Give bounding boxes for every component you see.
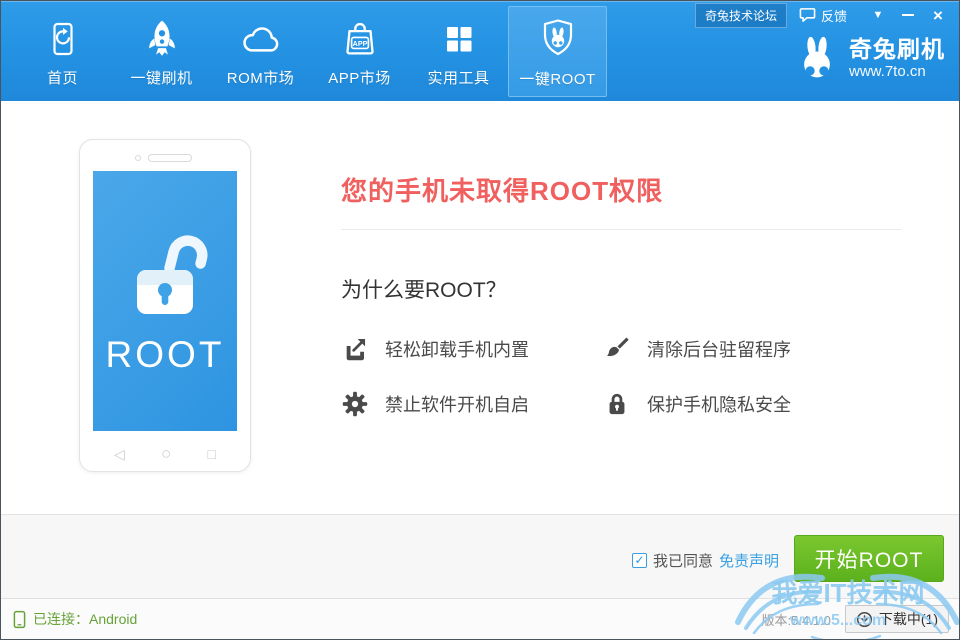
why-root-subheading: 为什么要ROOT？ <box>341 274 901 304</box>
titlebar: 奇兔技术论坛 反馈 ▼ × <box>695 4 953 26</box>
start-root-button[interactable]: 开始ROOT <box>794 535 944 582</box>
main-nav: 首页 一键刷机 <box>13 1 607 101</box>
download-manager-button[interactable]: 下载中(1) <box>845 605 949 633</box>
root-benefits-list: 轻松卸载手机内置 清除后台驻留程序 <box>341 335 901 418</box>
minimize-icon <box>902 14 914 16</box>
feature-label: 保护手机隐私安全 <box>647 391 791 417</box>
status-bar: 已连接：Android 版本:5.4.1.0 下载中(1) <box>1 598 959 639</box>
gear-icon <box>341 390 369 418</box>
nav-item-root[interactable]: 一键ROOT <box>508 6 607 97</box>
feature-protect-privacy: 保护手机隐私安全 <box>603 390 901 418</box>
menu-dropdown-button[interactable]: ▼ <box>863 4 893 26</box>
page-title: 您的手机未取得ROOT权限 <box>341 171 901 208</box>
feature-label: 禁止软件开机自启 <box>385 391 529 417</box>
disclaimer-link[interactable]: 免责声明 <box>719 550 779 571</box>
tools-grid-icon <box>439 14 479 60</box>
cloud-icon <box>237 14 285 60</box>
main-content: ROOT ◁ ○ □ 您的手机未取得ROOT权限 为什么要ROOT？ <box>1 101 959 514</box>
phone-nav-row: ◁ ○ □ <box>80 445 250 462</box>
header: 首页 一键刷机 <box>1 1 959 101</box>
nav-item-flash[interactable]: 一键刷机 <box>112 1 211 101</box>
phone-home-icon: ○ <box>161 445 171 462</box>
feedback-label: 反馈 <box>821 6 847 25</box>
action-bar: ✓ 我已同意 免责声明 开始ROOT <box>1 514 959 598</box>
nav-label: 首页 <box>47 67 78 88</box>
nav-label: 一键ROOT <box>519 68 595 89</box>
brand-name: 奇兔刷机 <box>849 36 945 62</box>
phone-speaker-slot <box>148 154 192 162</box>
phone-back-icon: ◁ <box>114 447 125 461</box>
minimize-button[interactable] <box>893 4 923 26</box>
unlocked-padlock-icon <box>113 226 217 330</box>
close-button[interactable]: × <box>923 4 953 26</box>
feedback-button[interactable]: 反馈 <box>799 6 847 25</box>
connected-phone-icon <box>13 610 26 629</box>
uninstall-icon <box>341 335 369 363</box>
version-text: 版本:5.4.1.0 <box>762 610 831 629</box>
feature-disable-autostart: 禁止软件开机自启 <box>341 390 603 418</box>
rabbit-logo-icon <box>794 34 840 82</box>
phone-illustration: ROOT ◁ ○ □ <box>79 139 251 472</box>
app-bag-icon: APP <box>339 14 381 60</box>
agree-checkbox[interactable]: ✓ <box>632 553 647 568</box>
feature-label: 轻松卸载手机内置 <box>385 336 529 362</box>
close-icon: × <box>933 7 943 24</box>
phone-recents-icon: □ <box>208 447 216 461</box>
lock-icon <box>603 390 631 418</box>
feature-uninstall-bloatware: 轻松卸载手机内置 <box>341 335 603 363</box>
download-icon <box>856 611 873 628</box>
home-phone-refresh-icon <box>43 14 83 60</box>
root-info-panel: 您的手机未取得ROOT权限 为什么要ROOT？ 轻松卸载手机内置 <box>341 101 901 418</box>
download-label: 下载中(1) <box>879 609 938 629</box>
nav-label: 一键刷机 <box>130 67 192 88</box>
phone-camera-dot <box>135 155 141 161</box>
nav-label: 实用工具 <box>427 67 489 88</box>
connection-text: 已连接：Android <box>33 609 137 629</box>
phone-screen-root-label: ROOT <box>106 334 225 376</box>
app-window: 首页 一键刷机 <box>0 0 960 640</box>
brand-logo: 奇兔刷机 www.7to.cn <box>794 34 945 82</box>
statusbar-right: 版本:5.4.1.0 下载中(1) <box>762 605 950 633</box>
phone-screen: ROOT <box>93 171 237 431</box>
nav-item-home[interactable]: 首页 <box>13 1 112 101</box>
brand-url: www.7to.cn <box>849 63 945 80</box>
feature-clear-background: 清除后台驻留程序 <box>603 335 901 363</box>
divider <box>341 229 901 230</box>
chevron-down-icon: ▼ <box>873 10 884 21</box>
connection-status: 已连接：Android <box>13 609 137 629</box>
rocket-icon <box>141 14 183 60</box>
nav-item-rom-market[interactable]: ROM市场 <box>211 1 310 101</box>
speech-bubble-icon <box>799 7 816 23</box>
feature-label: 清除后台驻留程序 <box>647 336 791 362</box>
nav-label: ROM市场 <box>227 67 295 88</box>
nav-label: APP市场 <box>328 67 391 88</box>
nav-item-tools[interactable]: 实用工具 <box>409 1 508 101</box>
brush-icon <box>603 335 631 363</box>
nav-item-app-market[interactable]: APP APP市场 <box>310 1 409 101</box>
shield-rabbit-icon <box>536 15 580 61</box>
agree-row: ✓ 我已同意 免责声明 <box>632 550 779 571</box>
forum-button[interactable]: 奇兔技术论坛 <box>695 3 787 28</box>
svg-text:APP: APP <box>352 40 367 48</box>
agree-label: 我已同意 <box>653 550 713 571</box>
